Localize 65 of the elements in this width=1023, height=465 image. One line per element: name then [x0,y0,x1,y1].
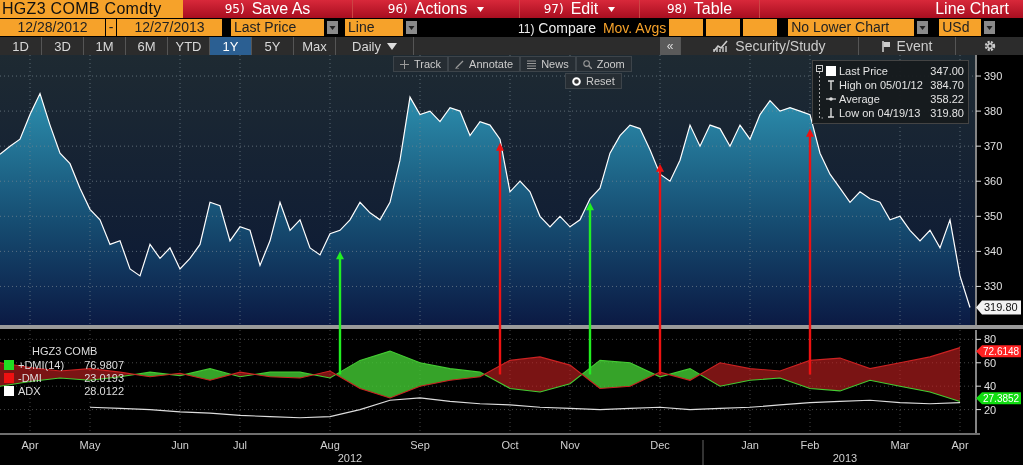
period-tab[interactable]: 1Y [210,37,252,55]
axis-label: 390 [984,70,1003,83]
axis-label: 350 [984,210,1003,223]
legend-label: ADX [18,384,41,397]
month-label: Nov [560,439,580,451]
end-date-field[interactable]: 12/27/2013 [117,19,222,36]
style-dropdown[interactable]: Line [345,19,403,36]
reset-button[interactable]: Reset [565,73,622,89]
collapse-button[interactable]: « [660,37,680,55]
legend-label: +DMI(14) [18,358,65,371]
date-separator: - [106,19,116,36]
tool-button[interactable]: Zoom [575,56,632,72]
axis-label: 370 [984,140,1003,153]
legend-value: 28.0122 [84,384,124,397]
legend-value: 384.70 [930,78,964,91]
tool-button[interactable]: Annotate [448,56,521,72]
month-label: Jul [232,439,248,451]
legend-value: 358.22 [930,92,964,105]
field-dropdown[interactable]: Last Price [231,19,324,36]
month-label: Apr [951,439,969,451]
axis-label: 80 [984,333,997,346]
menu-button[interactable]: 95) Save As [183,0,353,18]
chart-title: Line Chart [935,0,1010,18]
menu-button[interactable]: 97) Edit [520,0,640,18]
axis-label: 60 [984,356,997,369]
value-tag: 27.3852 [976,392,1021,405]
legend-value: 76.9807 [84,358,124,371]
axis-label: 360 [984,175,1003,188]
month-label: Oct [501,439,519,451]
year-label: 2012 [337,452,363,464]
compare-button[interactable]: 11) Compare [518,19,596,36]
lower-chart-dropdown[interactable]: No Lower Chart [788,19,915,36]
month-label: Mar [890,439,910,451]
menu-button[interactable]: 98) Table [640,0,760,18]
month-label: Jun [171,439,189,451]
menu-button[interactable]: 96) Actions [353,0,520,18]
value-tag: 72.6148 [976,345,1021,358]
month-label: Apr [21,439,39,451]
axis-label: 40 [984,380,997,393]
security-field[interactable]: HGZ3 COMB Comdty [0,0,183,18]
year-label: 2013 [832,452,858,464]
tool-button[interactable]: Track [393,56,449,72]
month-label: Sep [410,439,430,451]
tool-button[interactable]: News [520,56,576,72]
month-label: May [79,439,101,451]
legend-label: High on 05/01/12 [839,78,923,91]
legend-value: 347.00 [930,64,964,77]
month-label: Aug [320,439,340,451]
axis-label: 380 [984,105,1003,118]
legend-label: Last Price [839,64,888,77]
legend-label: Low on 04/19/13 [839,106,921,119]
axis-label: 330 [984,280,1003,293]
price-tag: 319.80 [976,300,1021,315]
start-date-field[interactable]: 12/28/2012 [0,19,105,36]
moving-averages-button[interactable]: Mov. Avgs [602,19,667,36]
month-label: Dec [650,439,670,451]
legend-value: 319.80 [930,106,964,119]
month-label: Jan [741,439,759,451]
legend-label: -DMI [18,371,42,384]
axis-label: 340 [984,245,1003,258]
axis-label: 20 [984,403,997,416]
legend-title: HGZ3 COMB [31,345,99,358]
month-label: Feb [800,439,820,451]
currency-dropdown[interactable]: USd [939,19,982,36]
legend-label: Average [839,92,880,105]
